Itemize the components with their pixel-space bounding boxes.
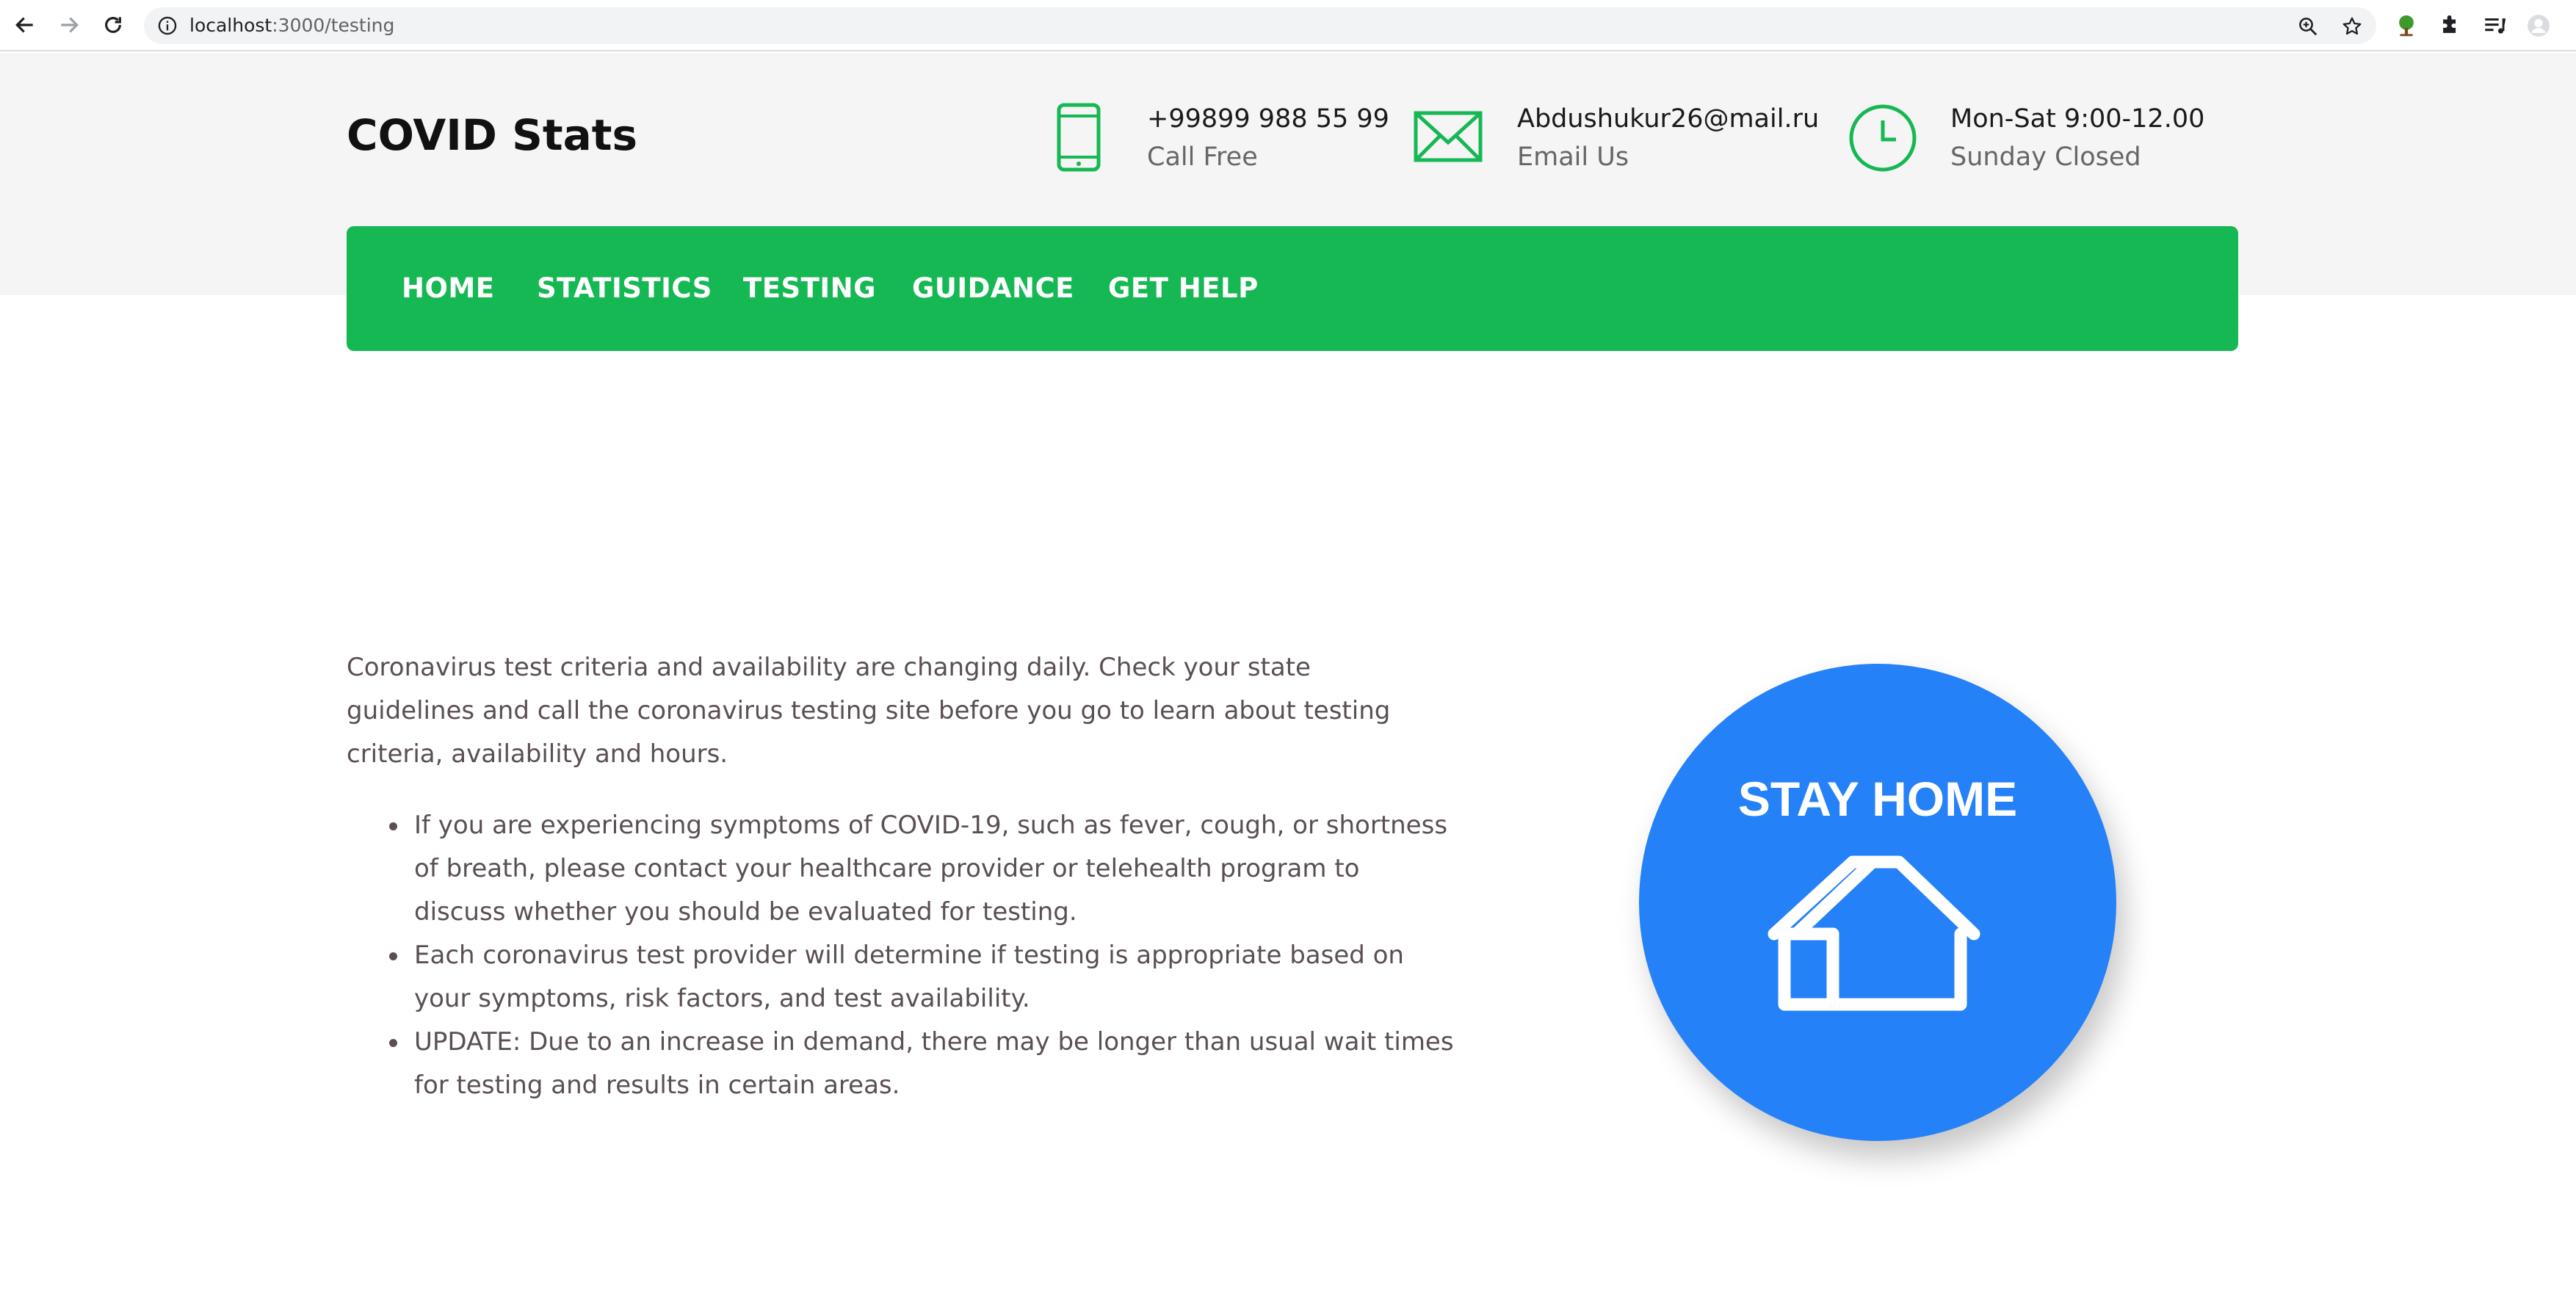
- profile-avatar-icon[interactable]: [2526, 13, 2551, 38]
- phone-caption: Call Free: [1147, 142, 1258, 172]
- zoom-icon[interactable]: [2297, 15, 2319, 37]
- contact-phone: +99899 988 55 99 Call Free: [1054, 101, 1389, 175]
- phone-number[interactable]: +99899 988 55 99: [1147, 104, 1389, 134]
- tree-extension-icon[interactable]: [2394, 13, 2419, 38]
- testing-guidance-list: If you are experiencing symptoms of COVI…: [389, 804, 1457, 1107]
- url-host: localhost: [189, 15, 272, 36]
- phone-icon: [1057, 103, 1101, 172]
- nav-guidance[interactable]: GUIDANCE: [912, 226, 1074, 351]
- reload-icon: [105, 17, 121, 33]
- puzzle-extensions-icon[interactable]: [2438, 13, 2463, 38]
- arrow-right-icon: [61, 17, 79, 33]
- back-button[interactable]: [10, 10, 40, 40]
- media-queue-icon[interactable]: [2482, 13, 2507, 38]
- list-item: Each coronavirus test provider will dete…: [389, 934, 1457, 1021]
- nav-get-help[interactable]: GET HELP: [1108, 226, 1259, 351]
- email-caption: Email Us: [1517, 142, 1629, 172]
- hours-sunday: Sunday Closed: [1950, 142, 2141, 172]
- reload-button[interactable]: [98, 10, 128, 40]
- hours-weekdays: Mon-Sat 9:00-12.00: [1950, 104, 2205, 134]
- stay-home-badge: STAY HOME: [1639, 664, 2116, 1141]
- stay-home-text: STAY HOME: [1737, 772, 2018, 826]
- contact-hours: Mon-Sat 9:00-12.00 Sunday Closed: [1848, 101, 2229, 175]
- contact-email: Abdushukur26@mail.ru Email Us: [1413, 101, 1819, 175]
- arrow-left-icon: [15, 17, 33, 33]
- address-bar[interactable]: localhost:3000/testing: [144, 7, 2376, 44]
- clock-icon: [1849, 104, 1917, 172]
- nav-statistics[interactable]: STATISTICS: [537, 226, 712, 351]
- forward-button[interactable]: [54, 10, 84, 40]
- url-text[interactable]: localhost:3000/testing: [189, 7, 394, 44]
- house-icon: [1768, 855, 1980, 1011]
- browser-toolbar: localhost:3000/testing: [0, 0, 2576, 51]
- testing-intro-text: Coronavirus test criteria and availabili…: [347, 653, 1391, 769]
- main-navigation: HOME STATISTICS TESTING GUIDANCE GET HEL…: [347, 226, 2238, 351]
- url-path: :3000/testing: [272, 15, 395, 36]
- email-address[interactable]: Abdushukur26@mail.ru: [1517, 104, 1819, 134]
- star-icon[interactable]: [2341, 15, 2363, 37]
- info-icon[interactable]: [157, 15, 178, 36]
- site-logo[interactable]: COVID Stats: [347, 110, 637, 160]
- nav-home[interactable]: HOME: [402, 226, 495, 351]
- list-item: If you are experiencing symptoms of COVI…: [389, 804, 1457, 934]
- nav-testing[interactable]: TESTING: [743, 226, 876, 351]
- list-item: UPDATE: Due to an increase in demand, th…: [389, 1021, 1457, 1107]
- mail-icon: [1414, 111, 1483, 162]
